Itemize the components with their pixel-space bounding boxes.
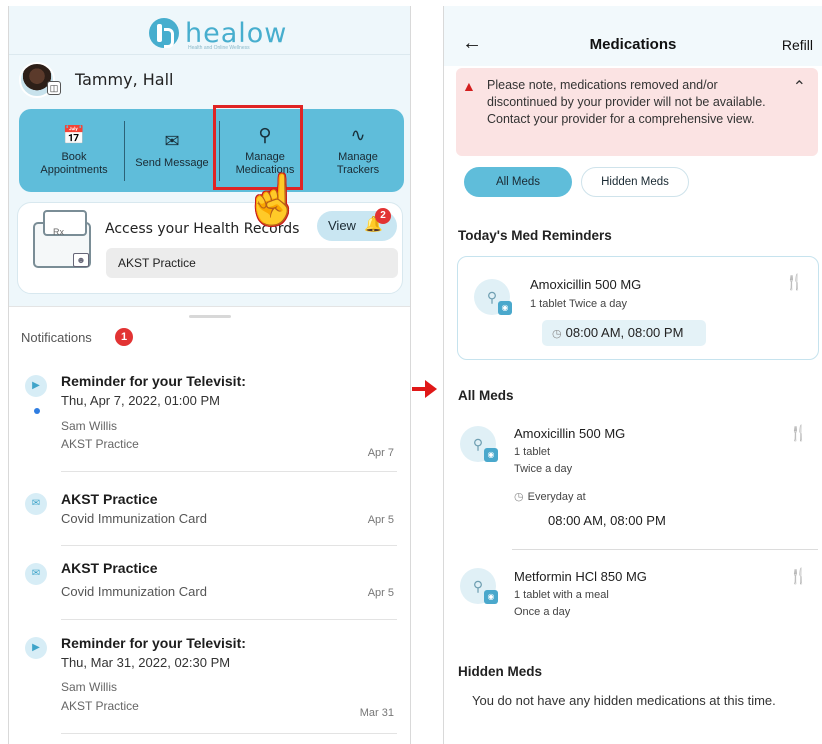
notification-date: Apr 5 [367, 587, 394, 599]
notification-title: AKST Practice [61, 560, 158, 576]
tab-all-meds[interactable]: All Meds [464, 167, 572, 197]
reminders-heading: Today's Med Reminders [458, 228, 612, 243]
medications-header: ← Medications Refill [444, 6, 822, 66]
notification-divider [61, 471, 397, 472]
notification-date: Apr 7 [367, 447, 394, 459]
pulse-icon: ∿ [350, 124, 366, 145]
patient-card-icon: ☻ [73, 253, 89, 267]
reminder-time-pill: ◷ 08:00 AM, 08:00 PM [542, 320, 706, 346]
book-appointments-label-2: Appointments [40, 163, 108, 176]
med-frequency: Twice a day [514, 463, 573, 475]
manage-trackers-button[interactable]: ∿ Manage Trackers [313, 109, 403, 192]
quick-actions-bar: 📅 Book Appointments ✉ Send Message ⚲ Man… [19, 109, 404, 192]
notifications-sheet: Notifications 1 ▶ Reminder for your Tele… [9, 306, 410, 744]
page-title: Medications [589, 36, 677, 53]
view-label: View [328, 218, 356, 233]
mail-icon: ✉ [164, 131, 180, 151]
manage-trackers-label-1: Manage [338, 150, 378, 163]
notification-datetime: Thu, Mar 31, 2022, 02:30 PM [61, 655, 231, 670]
all-meds-heading: All Meds [458, 388, 514, 403]
sheet-grabber[interactable] [189, 315, 231, 318]
healow-logo: healow [149, 18, 287, 48]
notification-provider: Sam Willis [61, 680, 117, 694]
clock-icon: ◷ [514, 491, 524, 503]
notification-date: Mar 31 [359, 707, 394, 719]
notification-practice: AKST Practice [61, 437, 139, 451]
notification-divider [61, 619, 397, 620]
medication-alert-banner: ▲ Please note, medications removed and/o… [456, 68, 818, 156]
healow-logo-subtitle: Health and Online Wellness [188, 45, 250, 51]
med-dose: 1 tablet [514, 446, 551, 458]
book-appointments-label-1: Book [61, 150, 87, 163]
notification-practice: AKST Practice [61, 699, 139, 713]
med-frequency: Once a day [514, 606, 571, 618]
fork-knife-icon: 🍴 [789, 425, 808, 442]
med-schedule-time: 08:00 AM, 08:00 PM [548, 513, 666, 528]
mail-icon: ✉ [25, 563, 47, 585]
med-name[interactable]: Amoxicillin 500 MG [514, 426, 625, 441]
notification-item[interactable]: ✉ AKST Practice Covid Immunization Card … [9, 559, 410, 619]
notification-subject: Covid Immunization Card [61, 511, 207, 526]
manage-trackers-label-2: Trackers [336, 163, 380, 176]
header-divider [9, 54, 410, 55]
notification-date: Apr 5 [367, 514, 394, 526]
med-schedule-label: Everyday at [527, 491, 586, 503]
tab-hidden-meds[interactable]: Hidden Meds [581, 167, 689, 197]
reminder-time: 08:00 AM, 08:00 PM [565, 325, 684, 340]
notification-item[interactable]: ✉ AKST Practice Covid Immunization Card … [9, 489, 410, 549]
unread-dot [34, 408, 40, 414]
practice-selector[interactable]: AKST Practice [106, 248, 398, 278]
clock-icon: ◷ [552, 328, 562, 340]
notification-divider [61, 545, 397, 546]
send-message-label: Send Message [135, 157, 209, 169]
healow-logo-text: healow [185, 17, 288, 49]
alert-text: Please note, medications removed and/or … [487, 78, 766, 126]
notification-divider [61, 733, 397, 734]
fork-knife-icon: 🍴 [789, 568, 808, 585]
pointing-hand-icon: ☝ [243, 174, 303, 227]
mail-icon: ✉ [25, 493, 47, 515]
profile-card-icon: ◫ [47, 81, 61, 95]
video-icon: ▶ [25, 375, 47, 397]
refill-button[interactable]: Refill [782, 37, 813, 53]
notification-item[interactable]: ▶ Reminder for your Televisit: Thu, Apr … [9, 367, 410, 477]
notifications-title: Notifications [21, 330, 92, 345]
fork-knife-icon: 🍴 [785, 274, 804, 291]
notification-item[interactable]: ▶ Reminder for your Televisit: Thu, Mar … [9, 633, 410, 733]
book-appointments-button[interactable]: 📅 Book Appointments [25, 109, 123, 192]
med-divider [512, 549, 818, 550]
transition-arrow-icon [425, 380, 437, 398]
med-dose: 1 tablet with a meal [514, 589, 609, 601]
med-schedule: ◷ Everyday at [514, 490, 586, 503]
calendar-icon: 📅 [62, 124, 86, 145]
chevron-up-icon[interactable]: ⌃ [793, 77, 806, 97]
healow-logo-mark [149, 18, 179, 48]
warning-icon: ▲ [462, 78, 476, 94]
rx-label: Rx [53, 227, 64, 237]
notification-title: Reminder for your Televisit: [61, 635, 246, 651]
notification-subject: Covid Immunization Card [61, 584, 207, 599]
hidden-meds-empty-text: You do not have any hidden medications a… [472, 693, 776, 708]
healow-home-screen: healow Health and Online Wellness ◫ Tamm… [8, 6, 411, 744]
notification-title: AKST Practice [61, 491, 158, 507]
medications-screen: ← Medications Refill ▲ Please note, medi… [443, 6, 822, 744]
health-records-card[interactable]: Rx ☻ Access your Health Records AKST Pra… [17, 202, 403, 294]
notification-provider: Sam Willis [61, 419, 117, 433]
send-message-button[interactable]: ✉ Send Message [125, 109, 219, 192]
camera-icon[interactable]: ◉ [498, 301, 512, 315]
camera-icon[interactable]: ◉ [484, 448, 498, 462]
notification-title: Reminder for your Televisit: [61, 373, 246, 389]
video-icon: ▶ [25, 637, 47, 659]
camera-icon[interactable]: ◉ [484, 590, 498, 604]
home-header-area: healow Health and Online Wellness ◫ Tamm… [9, 6, 410, 306]
med-name[interactable]: Metformin HCl 850 MG [514, 569, 647, 584]
reminder-med-dose: 1 tablet Twice a day [530, 298, 628, 310]
med-reminder-card[interactable]: ⚲ ◉ Amoxicillin 500 MG 1 tablet Twice a … [457, 256, 819, 360]
reminder-med-name: Amoxicillin 500 MG [530, 277, 642, 292]
notifications-count-badge: 1 [115, 328, 133, 346]
hidden-meds-heading: Hidden Meds [458, 664, 543, 679]
notification-datetime: Thu, Apr 7, 2022, 01:00 PM [61, 393, 220, 408]
user-name[interactable]: Tammy, Hall [75, 70, 173, 89]
bell-badge: 2 [375, 208, 391, 224]
